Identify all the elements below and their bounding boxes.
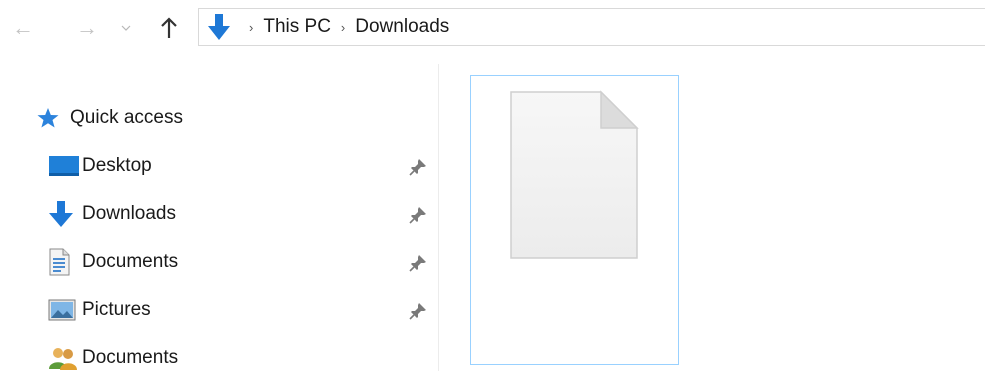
arrow-up-icon	[161, 17, 177, 38]
blank-file-icon	[510, 90, 639, 259]
navigation-pane: Quick access Desktop Downloads Documents…	[0, 64, 438, 371]
sidebar-item-quick-access[interactable]: Quick access	[30, 97, 428, 139]
sidebar-item-label: Quick access	[70, 107, 183, 128]
address-toolbar: ← → › This PC › Downloads	[0, 0, 985, 56]
desktop-icon	[40, 145, 82, 187]
forward-button[interactable]: →	[70, 10, 104, 46]
breadcrumb-separator: ›	[249, 19, 254, 35]
sidebar-item-label: Downloads	[82, 203, 176, 224]
sidebar-item-downloads[interactable]: Downloads	[40, 193, 438, 235]
file-explorer-window: ← → › This PC › Downloads Quick access D…	[0, 0, 985, 371]
star-icon	[30, 97, 70, 139]
downloads-arrow-icon	[199, 9, 239, 45]
pin-icon[interactable]	[406, 252, 430, 274]
address-bar[interactable]: › This PC › Downloads	[198, 8, 985, 46]
downloads-arrow-icon	[40, 193, 82, 235]
pin-icon[interactable]	[406, 156, 430, 178]
sidebar-item-desktop[interactable]: Desktop	[40, 145, 438, 187]
up-button[interactable]	[152, 10, 186, 46]
recent-locations-button[interactable]	[116, 10, 136, 46]
breadcrumb-separator: ›	[340, 19, 346, 35]
sidebar-item-label: Desktop	[82, 155, 152, 176]
back-button[interactable]: ←	[6, 10, 40, 46]
sidebar-item-pictures[interactable]: Pictures	[40, 289, 438, 331]
breadcrumb-this-pc[interactable]: This PC	[263, 16, 331, 38]
breadcrumb-downloads[interactable]: Downloads	[355, 16, 449, 38]
sidebar-item-label: Documents	[82, 347, 179, 368]
sidebar-item-shared-documents[interactable]: Documents	[40, 337, 438, 371]
file-list	[439, 56, 985, 371]
chevron-down-icon	[121, 25, 131, 31]
pictures-icon	[40, 289, 82, 331]
pin-icon[interactable]	[406, 204, 430, 226]
sidebar-item-label: Pictures	[82, 299, 151, 320]
document-icon	[40, 241, 82, 283]
sidebar-item-documents[interactable]: Documents	[40, 241, 438, 283]
file-item-selected[interactable]	[470, 75, 679, 365]
pin-icon[interactable]	[406, 300, 430, 322]
shared-users-icon	[40, 337, 82, 371]
sidebar-item-label: Documents	[82, 251, 179, 272]
arrow-left-icon: ←	[12, 15, 34, 40]
arrow-right-icon: →	[76, 15, 98, 40]
